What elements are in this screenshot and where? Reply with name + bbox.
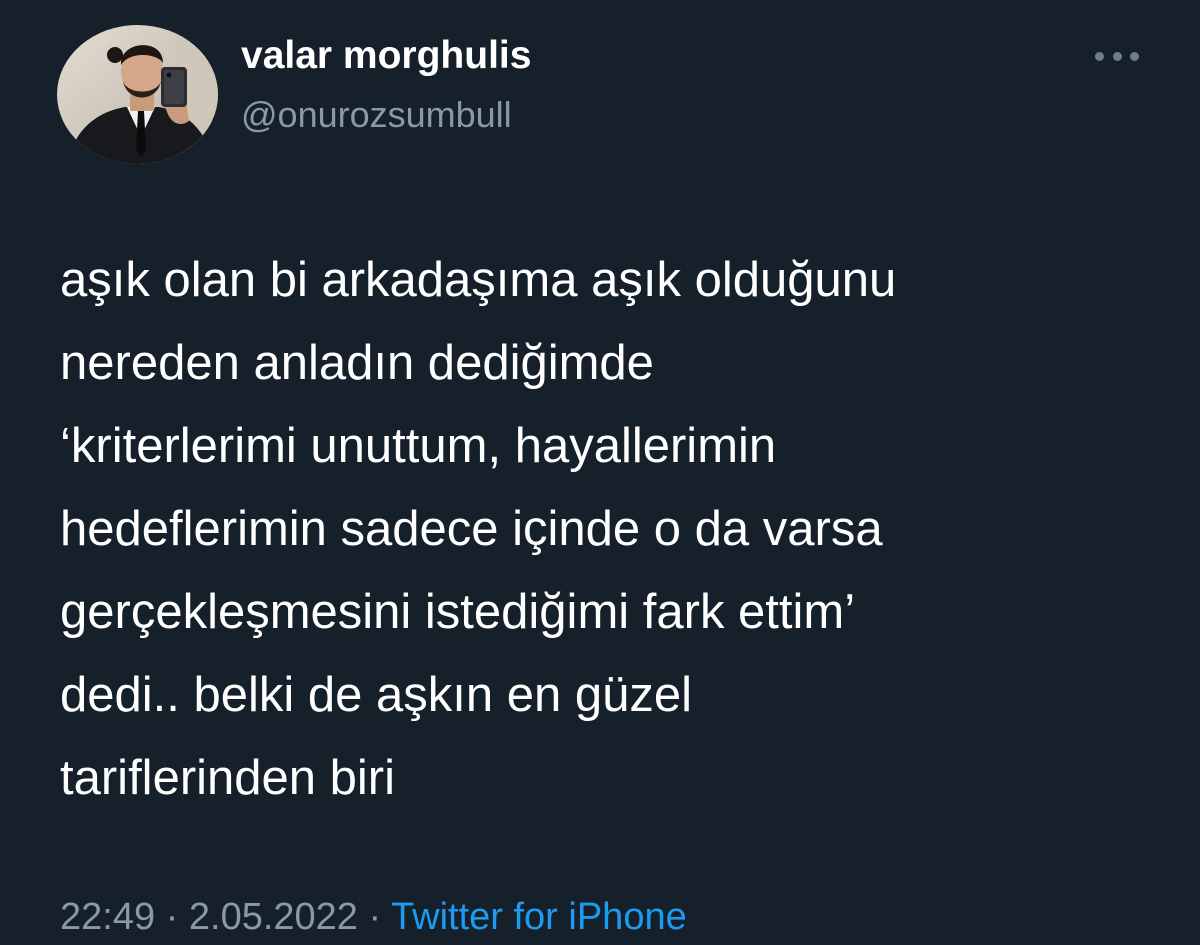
avatar[interactable]	[57, 25, 218, 164]
more-dot	[1112, 51, 1122, 61]
tweet-date[interactable]: 2.05.2022	[189, 896, 358, 938]
author-handle[interactable]: @onurozsumbull	[241, 93, 512, 136]
tweet-text: aşık olan bi arkadaşıma aşık olduğunu ne…	[60, 239, 1170, 820]
avatar-image	[57, 25, 218, 164]
tweet-source-link[interactable]: Twitter for iPhone	[391, 896, 687, 938]
tweet-line: aşık olan bi arkadaşıma aşık olduğunu	[60, 253, 897, 307]
more-dot	[1095, 51, 1104, 61]
tweet-metadata: 22:49 · 2.05.2022 · Twitter for iPhone	[60, 895, 687, 941]
author-display-name[interactable]: valar morghulis	[241, 33, 531, 80]
tweet-line: hedeflerimin sadece içinde o da varsa	[60, 502, 883, 556]
meta-separator: ·	[155, 896, 189, 938]
tweet-time[interactable]: 22:49	[60, 896, 155, 938]
tweet-line: nereden anladın dediğimde	[60, 336, 654, 390]
more-horizontal-icon[interactable]	[1095, 46, 1139, 66]
more-dot	[1130, 51, 1139, 61]
tweet-line: gerçekleşmesini istediğimi fark ettim’	[60, 585, 856, 639]
meta-separator: ·	[357, 896, 392, 938]
tweet-line: tariflerinden biri	[60, 751, 395, 805]
tweet-line: dedi.. belki de aşkın en güzel	[60, 668, 692, 722]
tweet-line: ‘kriterlerimi unuttum, hayallerimin	[60, 419, 777, 473]
